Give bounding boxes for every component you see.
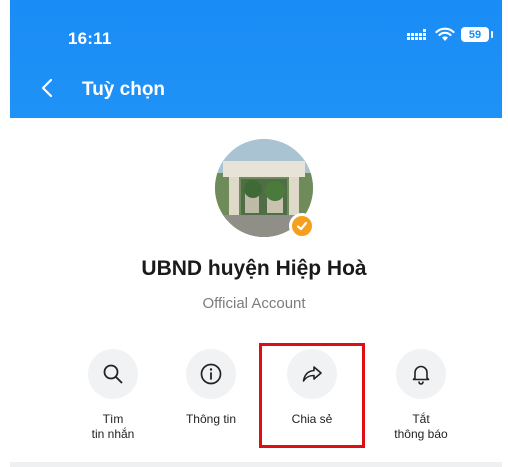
search-label-line2: tin nhắn xyxy=(91,427,135,441)
search-icon xyxy=(103,364,123,384)
battery-icon: 59 xyxy=(461,27,493,42)
page-title: Tuỳ chọn xyxy=(82,79,166,100)
section-divider xyxy=(10,462,502,467)
account-type: Official Account xyxy=(202,295,306,312)
wifi-icon xyxy=(435,27,455,41)
signal-icon xyxy=(407,28,426,40)
share-highlight-box xyxy=(259,343,365,448)
verified-badge-icon xyxy=(289,213,315,239)
avatar[interactable] xyxy=(215,139,315,239)
status-icons: 59 xyxy=(407,27,493,42)
info-icon xyxy=(200,363,222,385)
header-bar: 16:11 59 Tuỳ chọn xyxy=(10,0,502,118)
info-button[interactable]: Thông tin xyxy=(161,349,261,427)
info-label: Thông tin xyxy=(185,412,237,426)
search-label-line1: Tìm xyxy=(102,412,124,426)
mute-notifications-button[interactable]: Tắt thông báo xyxy=(371,349,471,442)
profile-name: UBND huyện Hiệp Hoà xyxy=(141,257,367,280)
search-messages-button[interactable]: Tìm tin nhắn xyxy=(63,349,163,442)
bell-icon xyxy=(412,365,430,385)
back-icon[interactable] xyxy=(38,78,58,98)
status-time: 16:11 xyxy=(68,29,112,48)
mute-label-line2: thông báo xyxy=(394,427,448,441)
mute-label-line1: Tắt xyxy=(412,412,430,426)
